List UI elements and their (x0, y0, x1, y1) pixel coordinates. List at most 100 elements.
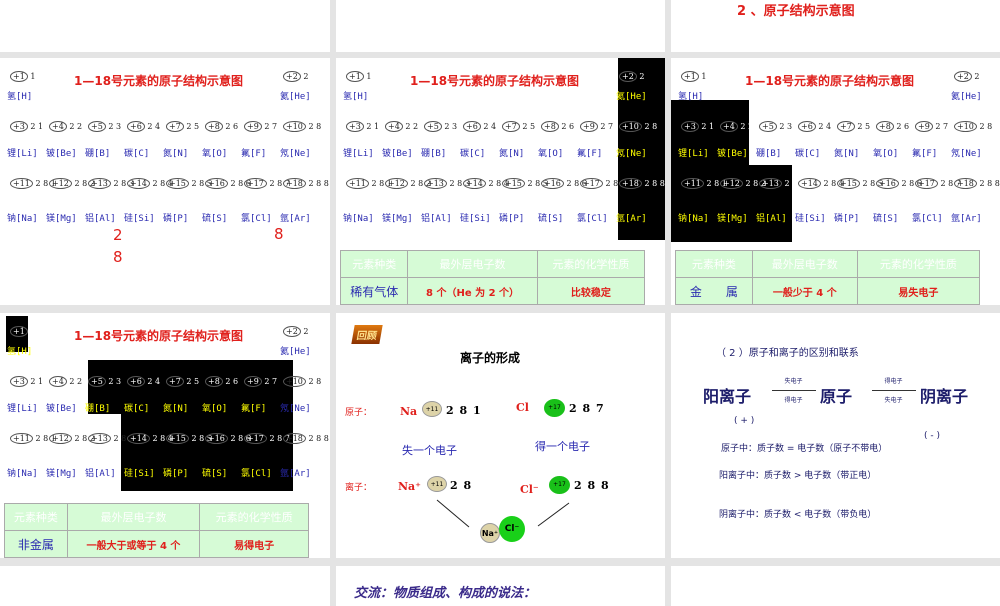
shells: 2 8 (644, 122, 658, 131)
atom-diagram: +18 2 8 8 (283, 178, 329, 189)
element-label: 钠[Na] (678, 214, 709, 224)
element-label: 硫[S] (538, 214, 564, 224)
nucleus: +10 (954, 121, 977, 132)
nucleus: +4 (385, 121, 403, 132)
shells: 2 1 (30, 122, 44, 131)
slide-thumbnail[interactable] (0, 566, 330, 606)
element-label: 氩[Ar] (951, 214, 982, 224)
element-label: 碳[C] (124, 149, 150, 159)
element-label: 镁[Mg] (717, 214, 748, 224)
slide-thumbnail[interactable]: （ 2 ）原子和离子的区别和联系 阳离子 失电子 得电子 原子 得电子 失电子 … (671, 313, 1000, 558)
nucleus: +2 (283, 71, 301, 82)
nucleus: +12 (49, 433, 72, 444)
nucleus: +17 (580, 178, 603, 189)
element-label: 氦[He] (280, 347, 311, 357)
table-header-row: 元素种类 最外层电子数 元素的化学性质 (339, 250, 646, 278)
element-label: 铍[Be] (717, 149, 748, 159)
atom-diagram: +4 2 2 (49, 121, 82, 132)
nucleus: +7 (166, 121, 184, 132)
element-label: 锂[Li] (343, 149, 374, 159)
element-label: 氧[O] (873, 149, 899, 159)
nucleus: +3 (10, 121, 28, 132)
element-label: 铝[Al] (85, 469, 116, 479)
shells: 2 2 (740, 122, 754, 131)
nucleus: +12 (720, 178, 743, 189)
slide-thumbnail[interactable]: 2 8 8 1—18号元素的原子结构示意图 +1 1 氢[H] +2 2 氦[He] +3… (0, 58, 330, 305)
table-cell: 比较稳定 (536, 277, 646, 305)
atom-diagram: +3 2 1 (10, 376, 43, 387)
shells: 2 8 8 (979, 179, 1000, 188)
shells: 2 8 (308, 377, 322, 386)
shells: 2 (303, 327, 309, 336)
element-label: 硼[B] (421, 149, 447, 159)
shells: 2 6 (225, 122, 239, 131)
element-label: 硅[Si] (124, 469, 155, 479)
element-label: 硅[Si] (460, 214, 491, 224)
atom-diagram: +7 2 5 (166, 376, 199, 387)
properties-table: 元素种类 最外层电子数 元素的化学性质 非金属 一般大于或等于 4 个易得电子 (4, 503, 309, 558)
shells: 2 2 (405, 122, 419, 131)
element-label: 氩[Ar] (280, 469, 311, 479)
element-label: 氟[F] (241, 149, 267, 159)
table-header: 元素种类 (675, 250, 753, 278)
atom-diagram: +9 2 7 (244, 121, 277, 132)
slide-thumbnail[interactable]: 回顾 离子的形成 原子： Na +11 2 8 1 Cl +17 2 8 7 失… (336, 313, 665, 558)
nucleus: +7 (502, 121, 520, 132)
table-cell: 非金属 (4, 530, 68, 558)
rule-anion: 阴离子中：质子数 < 电子数（带负电） (719, 510, 877, 520)
slide-thumbnail[interactable] (336, 0, 665, 52)
shells: 2 5 (522, 122, 536, 131)
element-label: 氦[He] (616, 92, 647, 102)
atom-diagram: +8 2 6 (205, 376, 238, 387)
atom-diagram: +1 1 (346, 71, 371, 82)
shells: 2 7 (264, 122, 278, 131)
atom-diagram: +2 2 (283, 326, 308, 337)
element-label: 硅[Si] (795, 214, 826, 224)
slide-thumbnail[interactable] (671, 566, 1000, 606)
diagram-title: 1—18号元素的原子结构示意图 (74, 74, 244, 88)
shells: 2 6 (225, 377, 239, 386)
anion-text: 阴离子 (920, 387, 969, 406)
atom-diagram: +5 2 3 (88, 121, 121, 132)
nucleus: +11 (681, 178, 704, 189)
minus-charge: ( - ) (924, 431, 940, 441)
table-cell: 8 个（He 为 2 个） (407, 277, 538, 305)
element-label: 硼[B] (85, 404, 111, 414)
element-label: 硅[Si] (124, 214, 155, 224)
shells: 2 7 (264, 377, 278, 386)
element-label: 硫[S] (873, 214, 899, 224)
atom-diagram: +1 1 (10, 71, 35, 82)
double-arrow (772, 390, 816, 391)
nucleus: +17 (244, 433, 267, 444)
table-cell: 易得电子 (199, 530, 309, 558)
element-label: 硼[B] (85, 149, 111, 159)
slide-thumbnail[interactable]: 交流：物质组成、构成的说法： (336, 566, 665, 606)
arrow-label: 得电子 (784, 397, 803, 404)
slide-thumbnail[interactable] (0, 0, 330, 52)
nucleus: +8 (541, 121, 559, 132)
atom-diagram: +3 2 1 (10, 121, 43, 132)
table-row: 稀有气体 8 个（He 为 2 个） 比较稳定 (339, 277, 646, 305)
table-cell: 一般大于或等于 4 个 (66, 530, 201, 558)
table-header: 元素的化学性质 (199, 503, 309, 531)
slide-title: 交流：物质组成、构成的说法： (354, 586, 537, 601)
element-label: 氮[N] (834, 149, 860, 159)
shells: 2 1 (701, 122, 715, 131)
nucleus: +15 (837, 178, 860, 189)
slide-thumbnail[interactable]: 2 、原子结构示意图 (671, 0, 1000, 52)
nucleus: +9 (580, 121, 598, 132)
slide-thumbnail[interactable]: 1—18号元素的原子结构示意图 +1 1 氢[H] +2 2 氦[He] +3 2 1 锂[… (671, 58, 1000, 305)
slide-thumbnail[interactable]: 1—18号元素的原子结构示意图 +1 1 氢[H] +2 2 氦[He] +3 2 1 锂[… (0, 313, 330, 558)
shells: 2 8 (308, 122, 322, 131)
element-label: 锂[Li] (7, 404, 38, 414)
atom-diagram: +10 2 8 (283, 121, 321, 132)
nucleus: +1 (346, 71, 364, 82)
slide-thumbnail[interactable]: 1—18号元素的原子结构示意图 +1 1 氢[H] +2 2 氦[He] +3 2 1 锂[… (336, 58, 665, 305)
nucleus: +15 (166, 433, 189, 444)
element-label: 碳[C] (795, 149, 821, 159)
element-label: 氯[Cl] (241, 469, 272, 479)
shells: 2 3 (108, 122, 122, 131)
element-label: 碳[C] (460, 149, 486, 159)
table-header: 最外层电子数 (751, 250, 858, 278)
element-label: 氩[Ar] (280, 214, 311, 224)
